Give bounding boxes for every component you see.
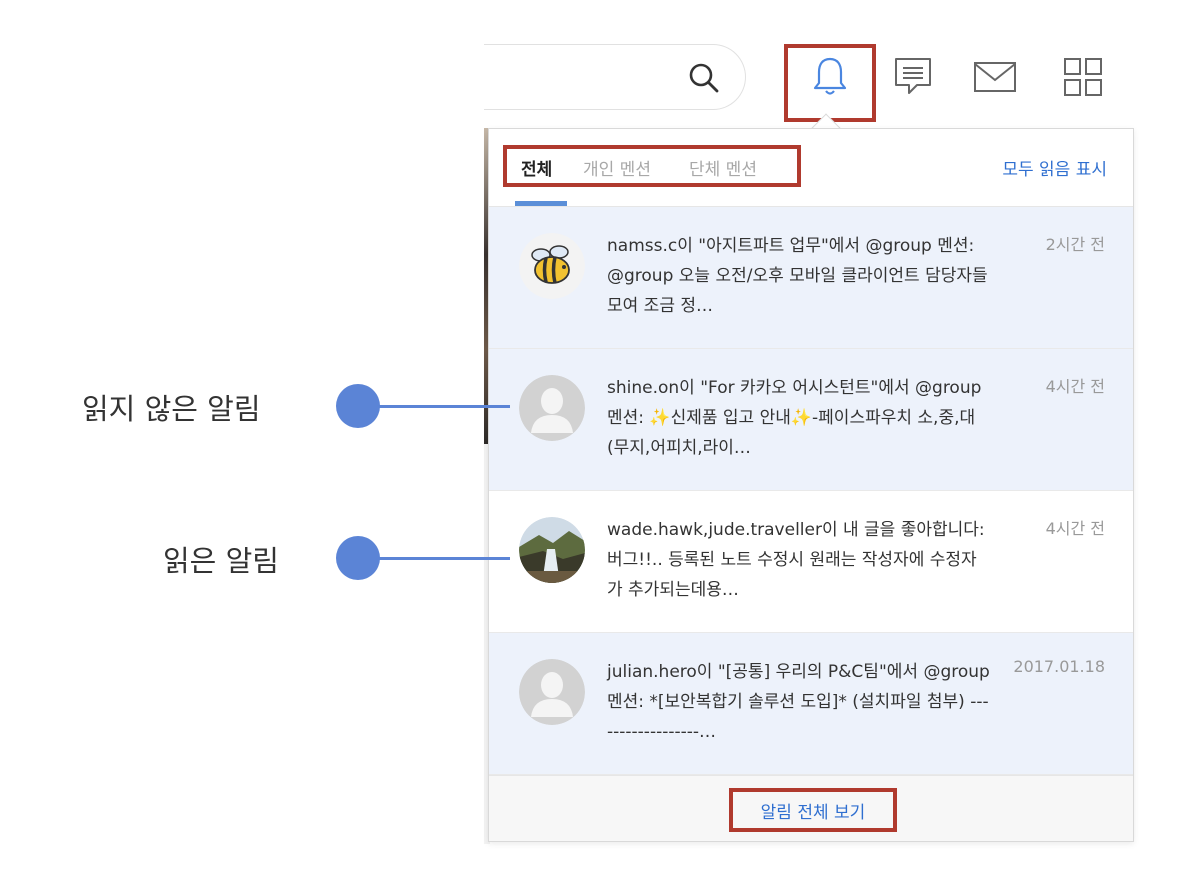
avatar <box>519 517 585 583</box>
notification-item[interactable]: julian.hero이 "[공통] 우리의 P&C팀"에서 @group 멘션… <box>489 633 1133 775</box>
mail-button[interactable] <box>972 52 1018 102</box>
landscape-avatar-icon <box>519 517 585 583</box>
mail-icon <box>974 62 1016 92</box>
notification-item[interactable]: namss.c이 "아지트파트 업무"에서 @group 멘션: @group … <box>489 207 1133 349</box>
notification-text: wade.hawk,jude.traveller이 내 글을 좋아합니다: 버그… <box>607 520 985 600</box>
notification-text: julian.hero이 "[공통] 우리의 P&C팀"에서 @group 멘션… <box>607 662 990 742</box>
search-icon[interactable] <box>687 61 721 95</box>
notification-item[interactable]: shine.on이 "For 카카오 어시스턴트"에서 @group 멘션: ✨… <box>489 349 1133 491</box>
avatar <box>519 375 585 441</box>
panel-footer: 알림 전체 보기 <box>489 775 1133 841</box>
notification-tabs: 전체 개인 멘션 단체 멘션 모두 읽음 표시 <box>489 129 1133 207</box>
unread-annotation-label: 읽지 않은 알림 <box>82 392 261 426</box>
mark-all-read-link[interactable]: 모두 읽음 표시 <box>1002 155 1107 180</box>
notification-time: 4시간 전 <box>1045 519 1105 538</box>
bell-highlight-box <box>784 44 876 122</box>
read-annotation-label: 읽은 알림 <box>163 544 279 578</box>
bee-avatar-icon <box>519 233 585 299</box>
apps-grid-icon <box>1064 58 1102 96</box>
apps-button[interactable] <box>1060 52 1106 102</box>
comment-icon <box>895 58 931 94</box>
notification-time: 2시간 전 <box>1045 235 1105 254</box>
notification-text: namss.c이 "아지트파트 업무"에서 @group 멘션: @group … <box>607 236 988 316</box>
search-bar[interactable] <box>484 44 746 110</box>
notification-panel: 전체 개인 멘션 단체 멘션 모두 읽음 표시 namss.c이 "아지트파트 … <box>488 128 1134 842</box>
view-all-notifications-button[interactable]: 알림 전체 보기 <box>729 788 897 832</box>
avatar <box>519 233 585 299</box>
default-avatar-icon <box>519 659 585 725</box>
notification-time: 2017.01.18 <box>1013 657 1105 676</box>
avatar <box>519 659 585 725</box>
read-annotation-line <box>372 557 510 560</box>
comment-button[interactable] <box>890 52 936 102</box>
notification-text: shine.on이 "For 카카오 어시스턴트"에서 @group 멘션: ✨… <box>607 378 982 458</box>
default-avatar-icon <box>519 375 585 441</box>
unread-annotation-line <box>372 405 510 408</box>
active-tab-indicator <box>515 201 567 206</box>
notification-list: namss.c이 "아지트파트 업무"에서 @group 멘션: @group … <box>489 207 1133 777</box>
tabs-highlight-box <box>503 145 801 187</box>
notification-item[interactable]: wade.hawk,jude.traveller이 내 글을 좋아합니다: 버그… <box>489 491 1133 633</box>
notification-time: 4시간 전 <box>1045 377 1105 396</box>
